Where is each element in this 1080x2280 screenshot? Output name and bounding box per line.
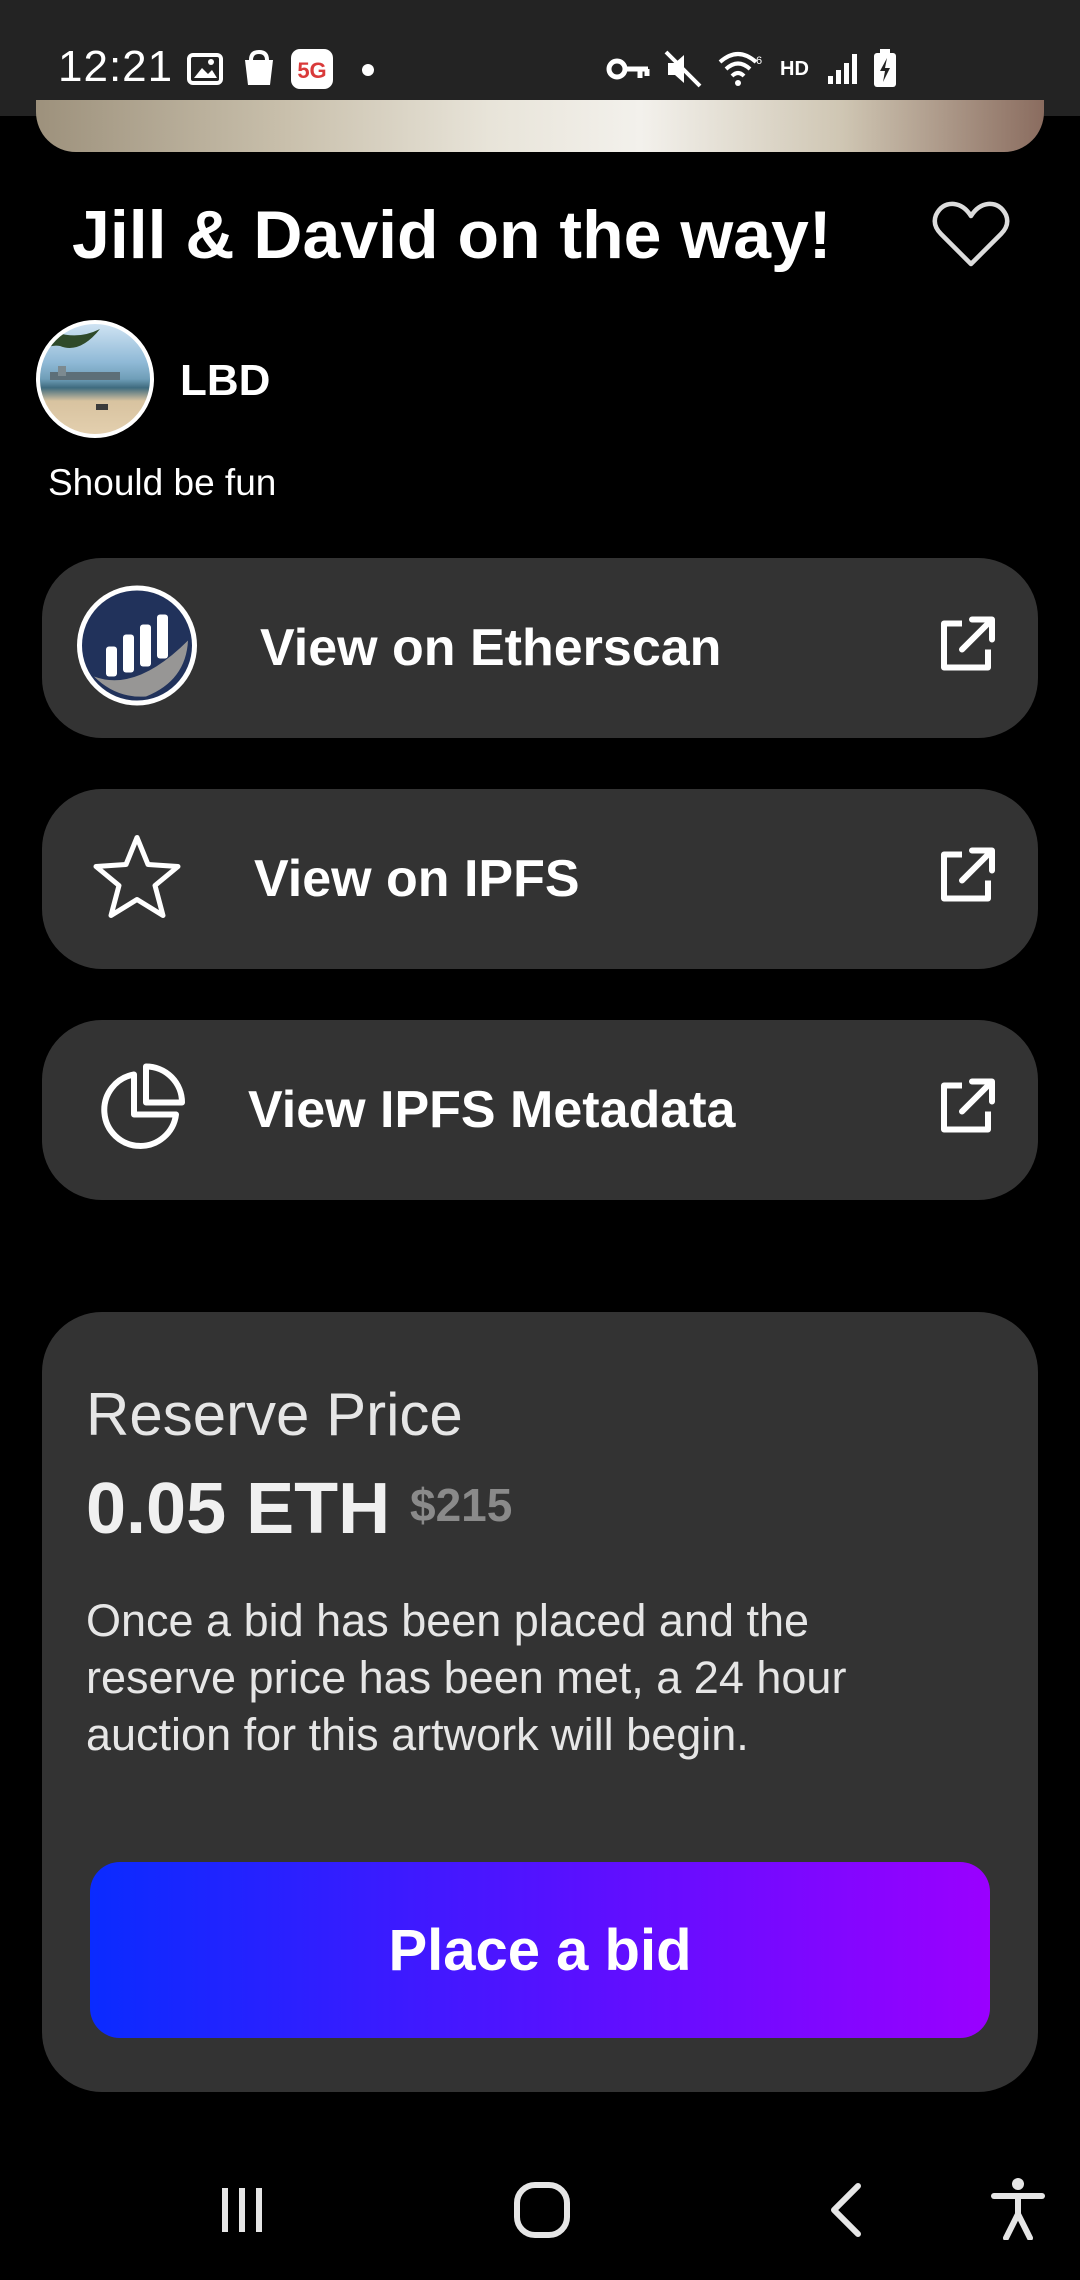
external-link-icon bbox=[934, 1076, 998, 1145]
creator-avatar[interactable] bbox=[36, 320, 154, 438]
wifi-icon: 6 bbox=[716, 48, 764, 90]
external-link-icon bbox=[934, 614, 998, 683]
artwork-title: Jill & David on the way! bbox=[72, 197, 832, 273]
status-bar: 12:21 5G 6 HD bbox=[0, 0, 1080, 116]
etherscan-logo-icon bbox=[76, 585, 198, 712]
5g-app-icon: 5G bbox=[290, 48, 334, 90]
navigation-bar bbox=[0, 2140, 1080, 2280]
etherscan-link-label: View on Etherscan bbox=[260, 619, 722, 677]
ipfs-metadata-link-label: View IPFS Metadata bbox=[248, 1081, 736, 1139]
vpn-key-icon bbox=[606, 54, 650, 84]
ipfs-metadata-link-button[interactable]: View IPFS Metadata bbox=[42, 1020, 1038, 1200]
reserve-price-usd: $215 bbox=[410, 1479, 513, 1531]
gallery-icon bbox=[186, 50, 224, 88]
reserve-price-description: Once a bid has been placed and the reser… bbox=[86, 1595, 847, 1760]
ipfs-link-label: View on IPFS bbox=[254, 850, 580, 908]
back-icon[interactable] bbox=[822, 2180, 872, 2245]
creator-name[interactable]: LBD bbox=[180, 356, 270, 406]
mute-icon bbox=[664, 50, 702, 88]
accessibility-icon[interactable] bbox=[990, 2176, 1046, 2245]
battery-charging-icon bbox=[872, 48, 898, 88]
pie-chart-icon bbox=[96, 1063, 186, 1158]
star-icon bbox=[92, 834, 182, 925]
place-bid-label: Place a bid bbox=[388, 1917, 692, 1983]
status-time: 12:21 bbox=[58, 42, 174, 91]
shopping-bag-icon bbox=[240, 48, 278, 88]
hd-label: HD bbox=[780, 58, 809, 80]
reserve-price-label: Reserve Price bbox=[86, 1381, 463, 1448]
dot-icon bbox=[362, 64, 374, 76]
external-link-icon bbox=[934, 845, 998, 914]
svg-text:6: 6 bbox=[756, 55, 762, 67]
reserve-price-value: 0.05 ETH bbox=[86, 1469, 391, 1549]
place-bid-button[interactable]: Place a bid bbox=[90, 1862, 990, 2038]
recent-apps-icon[interactable] bbox=[214, 2182, 270, 2243]
ipfs-link-button[interactable]: View on IPFS bbox=[42, 789, 1038, 969]
etherscan-link-button[interactable]: View on Etherscan bbox=[42, 558, 1038, 738]
artwork-image[interactable] bbox=[36, 100, 1044, 152]
signal-icon bbox=[826, 50, 862, 86]
home-icon[interactable] bbox=[512, 2180, 572, 2245]
heart-icon[interactable] bbox=[932, 200, 1010, 275]
svg-text:5G: 5G bbox=[297, 58, 326, 83]
artwork-description: Should be fun bbox=[48, 462, 277, 503]
